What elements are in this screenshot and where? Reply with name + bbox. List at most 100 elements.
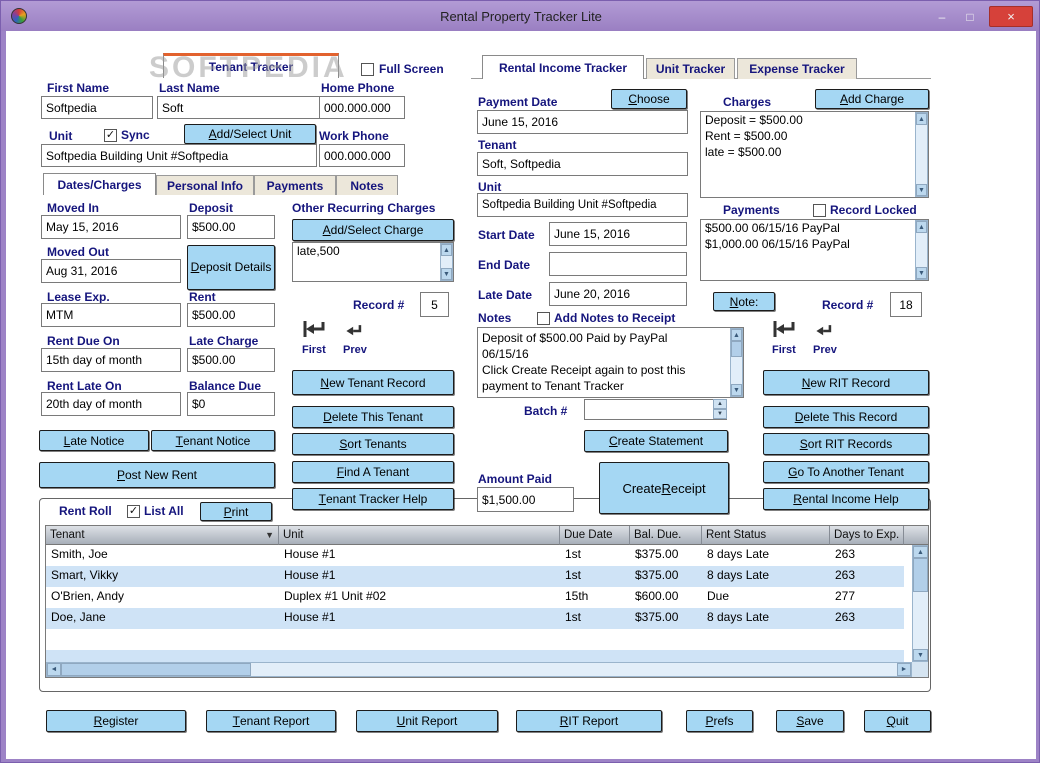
minimize-icon[interactable]: – (929, 6, 955, 27)
column-header-rent-status[interactable]: Rent Status (702, 526, 830, 545)
column-header-due-date[interactable]: Due Date (560, 526, 630, 545)
tab-expense-tracker[interactable]: Expense Tracker (737, 58, 857, 79)
batch-number-input[interactable] (584, 399, 727, 420)
sort-tenants-button[interactable]: Sort Tenants (292, 433, 454, 455)
sync-checkbox[interactable]: ✓ (104, 129, 117, 142)
notes-textarea[interactable]: Deposit of $500.00 Paid by PayPal 06/15/… (477, 327, 744, 398)
tab-dates-charges[interactable]: Dates/Charges (43, 173, 156, 195)
amount-paid-input[interactable]: $1,500.00 (477, 487, 574, 512)
delete-this-tenant-button[interactable]: Delete This Tenant (292, 406, 454, 428)
lease-exp-input[interactable]: MTM (41, 303, 181, 327)
add-notes-to-receipt-checkbox[interactable] (537, 312, 550, 325)
horizontal-scrollbar[interactable]: ◄ ► (46, 662, 912, 677)
scrollbar-thumb[interactable] (61, 663, 251, 676)
delete-this-record-button[interactable]: Delete This Record (763, 406, 929, 428)
payments-listbox[interactable]: $500.00 06/15/16 PayPal $1,000.00 06/15/… (700, 219, 929, 281)
tenant-tracker-help-button[interactable]: Tenant Tracker Help (292, 488, 454, 510)
rit-report-button[interactable]: R IT Report (516, 710, 662, 732)
scroll-down-icon[interactable]: ▼ (913, 649, 928, 661)
table-row[interactable]: Smith, Joe House #1 1st $375.00 8 days Late 2… (46, 545, 904, 566)
scroll-right-icon[interactable]: ► (897, 663, 911, 676)
table-row[interactable]: Smart, Vikky House #1 1st $375.00 8 days Lat… (46, 566, 904, 587)
spinner-up-icon[interactable]: ▲ (713, 399, 727, 409)
deposit-input[interactable]: $500.00 (187, 215, 275, 239)
table-row[interactable]: O'Brien, Andy Duplex #1 Unit #02 15th $600.… (46, 587, 904, 608)
late-charge-input[interactable]: $500.00 (187, 348, 275, 372)
rental-income-help-button[interactable]: Rental Income Help (763, 488, 929, 510)
tab-notes[interactable]: Notes (336, 175, 398, 195)
column-header-tenant[interactable]: Tenant ▼ (46, 526, 279, 545)
table-row[interactable]: Doe, Jane House #1 1st $375.00 8 days Late 26… (46, 608, 904, 629)
moved-out-input[interactable]: Aug 31, 2016 (41, 259, 181, 283)
first-name-input[interactable]: Softpedia (41, 96, 153, 119)
prefs-button[interactable]: Prefs (686, 710, 753, 732)
tab-personal-info[interactable]: Personal Info (156, 175, 254, 195)
scrollbar-thumb[interactable] (731, 341, 742, 357)
add-charge-button[interactable]: Add Charge (815, 89, 929, 109)
maximize-icon[interactable]: □ (957, 6, 983, 27)
payment-item[interactable]: $500.00 06/15/16 PayPal (701, 220, 928, 236)
payment-item[interactable]: $1,000.00 06/15/16 PayPal (701, 236, 928, 252)
go-to-another-tenant-button[interactable]: Go To Another Tenant (763, 461, 929, 483)
note-button[interactable]: Note: (713, 292, 775, 311)
save-button[interactable]: Save (776, 710, 844, 732)
recurring-charges-listbox[interactable]: late,500 ▲ ▼ (292, 242, 454, 282)
scrollbar-thumb[interactable] (913, 558, 928, 592)
sort-rit-records-button[interactable]: Sort RIT Records (763, 433, 929, 455)
tenant-notice-button[interactable]: Tenant Notice (151, 430, 275, 451)
scroll-down-icon[interactable]: ▼ (916, 184, 927, 196)
quit-button[interactable]: Quit (864, 710, 931, 732)
unit-report-button[interactable]: Unit Report (356, 710, 498, 732)
rent-due-on-input[interactable]: 15th day of month (41, 348, 181, 372)
tenant-input[interactable]: Soft, Softpedia (477, 152, 688, 176)
previous-record-icon[interactable] (343, 320, 365, 347)
late-date-input[interactable]: June 20, 2016 (549, 282, 687, 306)
scroll-left-icon[interactable]: ◄ (47, 663, 61, 676)
scroll-down-icon[interactable]: ▼ (441, 268, 452, 280)
scroll-up-icon[interactable]: ▲ (913, 546, 928, 558)
tab-tenant-tracker[interactable]: Tenant Tracker (163, 53, 339, 78)
balance-due-input[interactable]: $0 (187, 392, 275, 416)
first-record-icon[interactable] (301, 316, 327, 347)
scroll-down-icon[interactable]: ▼ (916, 267, 927, 279)
new-rit-record-button[interactable]: New RIT Record (763, 370, 929, 395)
charges-listbox[interactable]: Deposit = $500.00 Rent = $500.00 late = … (700, 111, 929, 198)
scroll-up-icon[interactable]: ▲ (731, 329, 742, 341)
add-select-unit-button[interactable]: Add/Select Unit (184, 124, 316, 144)
full-screen-checkbox[interactable] (361, 63, 374, 76)
scroll-up-icon[interactable]: ▲ (441, 244, 452, 256)
recurring-charge-item[interactable]: late,500 (293, 243, 453, 259)
create-receipt-button[interactable]: Create Receipt (599, 462, 729, 514)
spinner-down-icon[interactable]: ▼ (713, 409, 727, 419)
end-date-input[interactable] (549, 252, 687, 276)
vertical-scrollbar[interactable]: ▲ ▼ (912, 545, 928, 662)
print-button[interactable]: Print (200, 502, 272, 521)
scroll-down-icon[interactable]: ▼ (731, 384, 742, 396)
post-new-rent-button[interactable]: Post New Rent (39, 462, 275, 488)
rent-input[interactable]: $500.00 (187, 303, 275, 327)
start-date-input[interactable]: June 15, 2016 (549, 222, 687, 246)
scroll-up-icon[interactable]: ▲ (916, 221, 927, 233)
charge-item[interactable]: Rent = $500.00 (701, 128, 928, 144)
scroll-up-icon[interactable]: ▲ (916, 113, 927, 125)
column-header-bal-due[interactable]: Bal. Due. (630, 526, 702, 545)
unit-input[interactable]: Softpedia Building Unit #Softpedia (41, 144, 317, 167)
new-tenant-record-button[interactable]: New Tenant Record (292, 370, 454, 395)
create-statement-button[interactable]: Create Statement (584, 430, 728, 452)
choose-button[interactable]: Choose (611, 89, 687, 109)
payment-date-input[interactable]: June 15, 2016 (477, 110, 688, 134)
tab-payments[interactable]: Payments (254, 175, 336, 195)
home-phone-input[interactable]: 000.000.000 (319, 96, 405, 119)
record-locked-checkbox[interactable] (813, 204, 826, 217)
list-all-checkbox[interactable]: ✓ (127, 505, 140, 518)
moved-in-input[interactable]: May 15, 2016 (41, 215, 181, 239)
unit-input-right[interactable]: Softpedia Building Unit #Softpedia (477, 193, 688, 217)
close-icon[interactable]: × (989, 6, 1033, 27)
charge-item[interactable]: Deposit = $500.00 (701, 112, 928, 128)
work-phone-input[interactable]: 000.000.000 (319, 144, 405, 167)
add-select-charge-button[interactable]: Add/Select Charge (292, 219, 454, 241)
charge-item[interactable]: late = $500.00 (701, 144, 928, 160)
tab-rental-income-tracker[interactable]: Rental Income Tracker (482, 55, 644, 79)
tab-unit-tracker[interactable]: Unit Tracker (646, 58, 735, 79)
tenant-report-button[interactable]: Tenant Report (206, 710, 336, 732)
